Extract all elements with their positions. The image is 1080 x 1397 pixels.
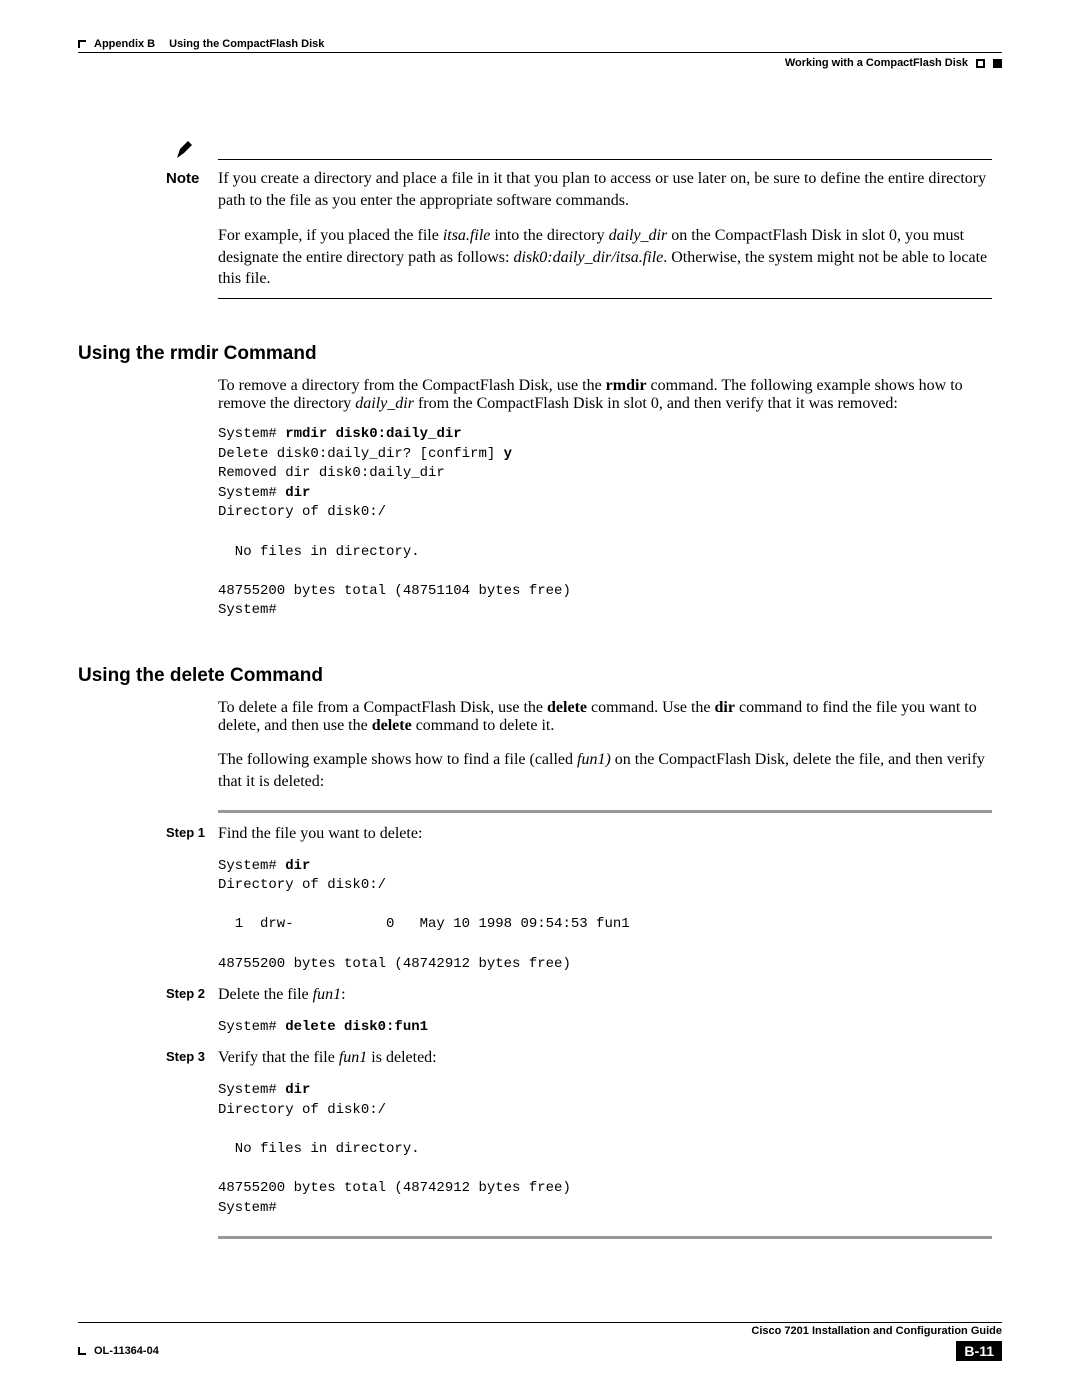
note-example: For example, if you placed the file itsa… xyxy=(218,225,992,290)
document-number: OL-11364-04 xyxy=(94,1345,159,1357)
guide-title: Cisco 7201 Installation and Configuratio… xyxy=(751,1325,1002,1337)
marker-square-icon xyxy=(993,59,1002,68)
step-1-code: System# dir Directory of disk0:/ 1 drw- … xyxy=(218,857,992,975)
corner-mark-icon xyxy=(78,1347,86,1355)
step-text: Find the file you want to delete: xyxy=(218,823,992,845)
delete-intro: To delete a file from a CompactFlash Dis… xyxy=(218,699,992,735)
page-number: B-11 xyxy=(956,1341,1002,1361)
step-text: Verify that the file fun1 is deleted: xyxy=(218,1047,992,1069)
step-label: Step 3 xyxy=(166,1047,218,1218)
step-2-code: System# delete disk0:fun1 xyxy=(218,1018,992,1038)
delete-para2: The following example shows how to find … xyxy=(218,749,992,792)
step-label: Step 2 xyxy=(166,984,218,1037)
step-3-code: System# dir Directory of disk0:/ No file… xyxy=(218,1081,992,1218)
section-title: Working with a CompactFlash Disk xyxy=(785,57,968,69)
steps-divider-end xyxy=(218,1236,992,1239)
section-header: Working with a CompactFlash Disk xyxy=(78,57,1002,69)
section-rmdir-title: Using the rmdir Command xyxy=(78,343,1002,365)
marker-square-icon xyxy=(976,59,985,68)
rmdir-intro: To remove a directory from the CompactFl… xyxy=(218,377,992,413)
corner-mark-icon xyxy=(78,40,86,48)
note-block: Note If you create a directory and place… xyxy=(78,159,1002,299)
page-header: Appendix B Using the CompactFlash Disk xyxy=(78,38,1002,53)
step-label: Step 1 xyxy=(166,823,218,974)
chapter-title: Using the CompactFlash Disk xyxy=(169,38,324,50)
steps-divider xyxy=(218,810,992,813)
note-pen-icon xyxy=(174,137,198,166)
note-label: Note xyxy=(166,168,218,211)
step-3: Step 3 Verify that the file fun1 is dele… xyxy=(166,1047,992,1218)
rmdir-code: System# rmdir disk0:daily_dir Delete dis… xyxy=(218,425,992,621)
appendix-label: Appendix B xyxy=(94,38,155,50)
step-2: Step 2 Delete the file fun1: System# del… xyxy=(166,984,992,1037)
section-delete-title: Using the delete Command xyxy=(78,665,1002,687)
page-footer: Cisco 7201 Installation and Configuratio… xyxy=(78,1322,1002,1361)
step-text: Delete the file fun1: xyxy=(218,984,992,1006)
note-text: If you create a directory and place a fi… xyxy=(218,168,992,211)
step-1: Step 1 Find the file you want to delete:… xyxy=(166,823,992,974)
